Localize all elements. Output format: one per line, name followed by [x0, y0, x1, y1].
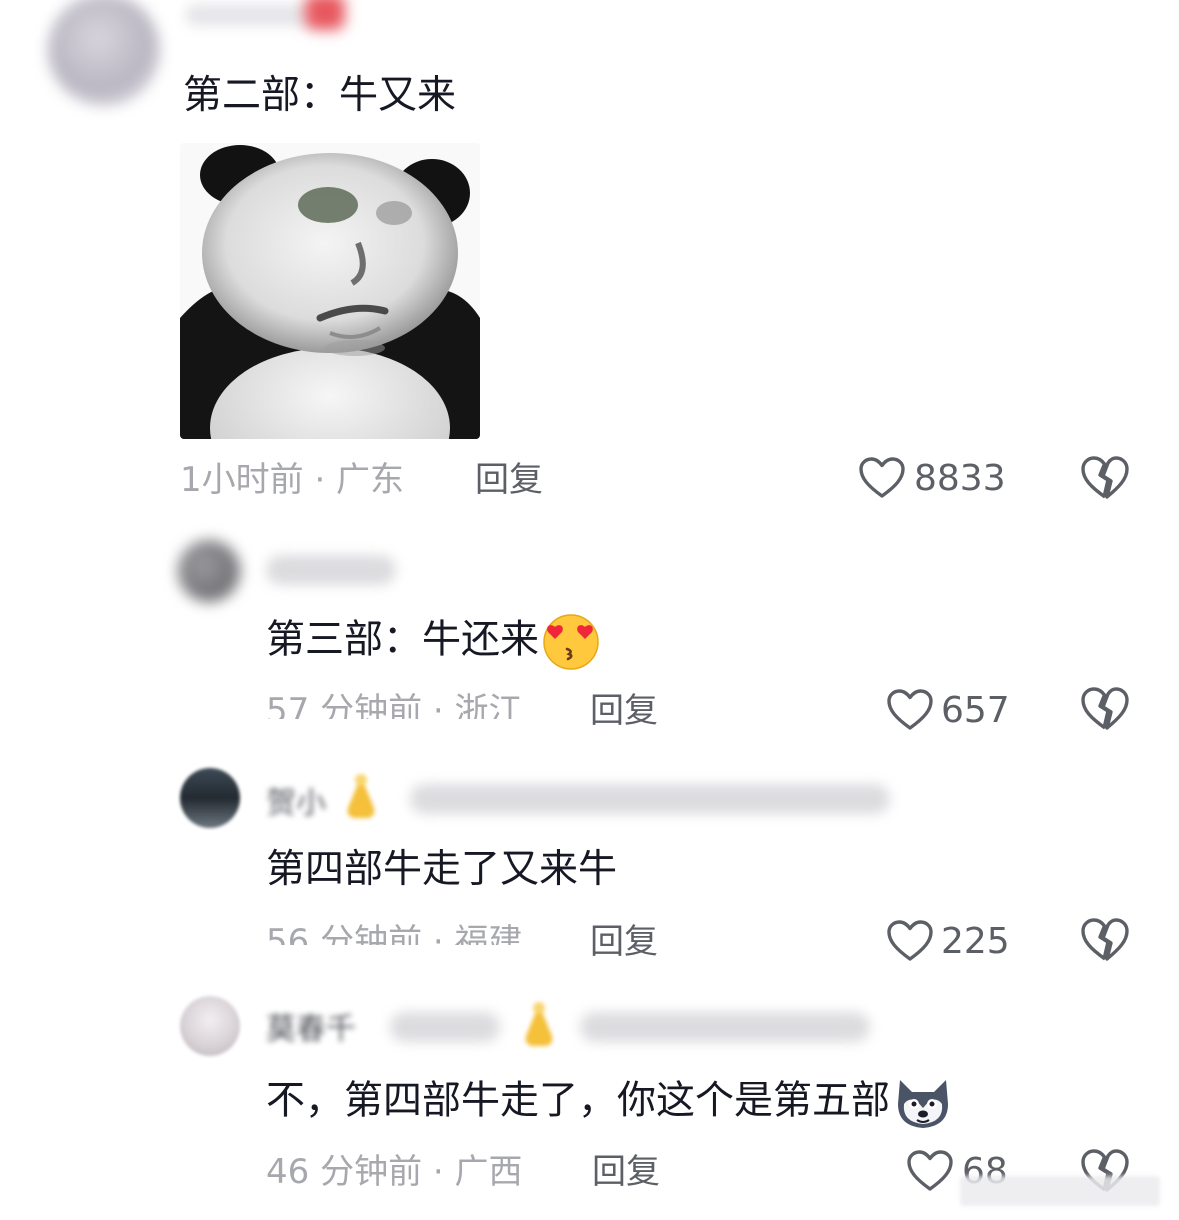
avatar[interactable]	[180, 768, 240, 828]
username-blurred[interactable]	[390, 1012, 500, 1042]
broken-heart-icon[interactable]	[1080, 455, 1130, 501]
reply-button[interactable]: 回复	[590, 920, 658, 964]
comment-text: 第四部牛走了又来牛	[266, 847, 618, 892]
yellow-bell-badge-icon	[347, 774, 375, 818]
like-count: 8833	[914, 458, 1006, 499]
like-count: 225	[941, 921, 1010, 962]
comment-text-row: 第三部：牛还来	[266, 612, 601, 672]
panda-meme-sticker[interactable]	[180, 143, 480, 439]
username-blurred[interactable]	[410, 784, 890, 814]
yellow-bell-badge-icon	[525, 1002, 553, 1046]
avatar[interactable]	[48, 0, 160, 106]
avatar[interactable]	[180, 996, 240, 1056]
comment-text: 第二部：牛又来	[183, 73, 457, 118]
comment-meta: 46 分钟前 · 广西	[266, 1152, 523, 1192]
panda-meme-illustration	[180, 143, 480, 439]
heart-outline-icon[interactable]	[886, 919, 934, 963]
comment-text: 不，第四部牛走了，你这个是第五部	[266, 1078, 891, 1124]
broken-heart-icon[interactable]	[1080, 917, 1130, 963]
reply-button[interactable]: 回复	[592, 1150, 660, 1194]
heart-outline-icon[interactable]	[906, 1149, 954, 1193]
username[interactable]: 莫春千	[266, 1004, 356, 1048]
watermark-overlay	[960, 1176, 1160, 1206]
red-badge	[305, 0, 345, 30]
like-count: 657	[941, 690, 1010, 731]
comment-text-row: 不，第四部牛走了，你这个是第五部	[266, 1074, 954, 1132]
username-blurred[interactable]	[266, 555, 396, 585]
comment-text: 第三部：牛还来	[266, 617, 540, 663]
husky-dog-emoji	[898, 1080, 949, 1128]
username[interactable]: 贺小	[266, 778, 326, 822]
reply-button[interactable]: 回复	[590, 689, 658, 733]
kissing-heart-eyes-emoji	[543, 614, 599, 670]
avatar[interactable]	[178, 540, 240, 602]
heart-outline-icon[interactable]	[886, 688, 934, 732]
username-blurred[interactable]	[580, 1012, 870, 1042]
username-blurred[interactable]	[185, 4, 315, 26]
comment-meta: 1小时前 · 广东	[180, 460, 405, 500]
broken-heart-icon[interactable]	[1080, 686, 1130, 732]
reply-button[interactable]: 回复	[475, 458, 543, 502]
heart-outline-icon[interactable]	[858, 456, 906, 500]
